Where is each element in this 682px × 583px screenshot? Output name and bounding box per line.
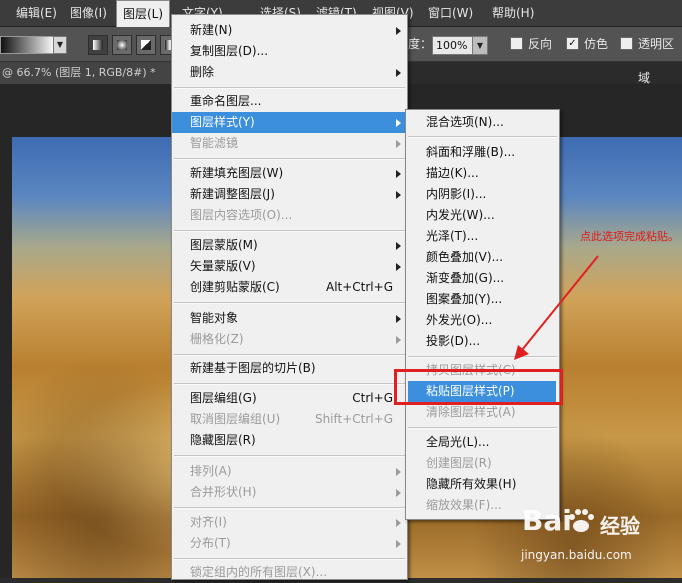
watermark-logo: Bai xyxy=(522,504,572,537)
annotation-arrow-icon xyxy=(514,255,599,360)
watermark-brand: 经验 xyxy=(600,514,640,538)
annotation-text: 点此选项完成粘贴。 xyxy=(580,230,679,243)
paw-icon xyxy=(569,509,594,532)
watermark-url: jingyan.baidu.com xyxy=(521,548,632,562)
